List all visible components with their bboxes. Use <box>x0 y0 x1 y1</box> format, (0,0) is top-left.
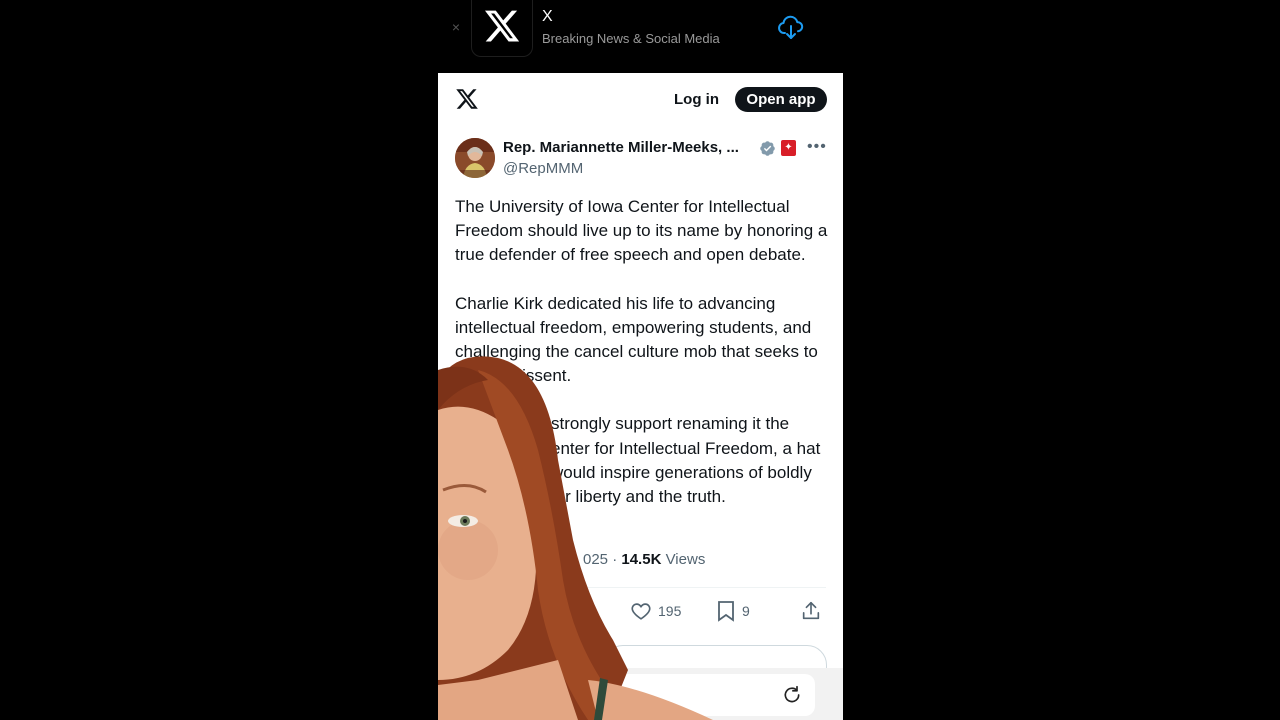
x-logo-icon[interactable] <box>455 87 479 116</box>
banner-app-name: X <box>542 8 553 25</box>
presenter-video-overlay <box>438 340 738 720</box>
app-install-banner: × X Breaking News & Social Media <box>438 0 843 73</box>
verified-badge-icon <box>759 140 776 162</box>
tweet-paragraph: The University of Iowa Center for Intell… <box>455 197 828 265</box>
x-logo-icon <box>484 10 520 42</box>
share-button[interactable] <box>800 600 822 622</box>
cloud-download-icon[interactable] <box>777 14 805 47</box>
site-header: Log in Open app <box>438 73 843 127</box>
share-icon <box>802 601 820 620</box>
refresh-icon[interactable] <box>782 685 802 710</box>
app-icon[interactable] <box>471 0 533 57</box>
government-badge-icon: ✦ <box>781 140 796 156</box>
login-link[interactable]: Log in <box>674 91 719 108</box>
open-app-button[interactable]: Open app <box>735 87 827 112</box>
more-options-icon[interactable]: ••• <box>807 138 827 156</box>
bookmark-count: 9 <box>742 603 750 619</box>
author-name[interactable]: Rep. Mariannette Miller-Meeks, ... <box>503 139 739 156</box>
phone-screen: × X Breaking News & Social Media Log in … <box>438 0 843 720</box>
author-handle[interactable]: @RepMMM <box>503 160 583 177</box>
banner-close-button[interactable]: × <box>449 18 463 36</box>
avatar[interactable] <box>455 138 495 178</box>
banner-app-subtitle: Breaking News & Social Media <box>542 31 720 46</box>
